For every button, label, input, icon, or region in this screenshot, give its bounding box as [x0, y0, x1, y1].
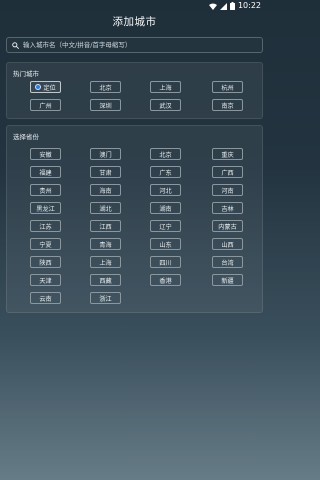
province-item[interactable]: 澳门 [90, 148, 121, 160]
chip-label: 广东 [159, 169, 172, 177]
province-item[interactable]: 台湾 [212, 256, 243, 268]
province-item[interactable]: 云南 [30, 292, 61, 304]
chip-label: 北京 [159, 151, 172, 159]
province-item[interactable]: 西藏 [90, 274, 121, 286]
chip-label: 湖北 [99, 205, 112, 213]
province-item[interactable]: 山东 [150, 238, 181, 250]
search-icon [12, 41, 19, 49]
wifi-icon [208, 3, 217, 10]
chip-label: 新疆 [221, 277, 234, 285]
hot-city-item[interactable]: 深圳 [90, 99, 121, 111]
province-item[interactable]: 海南 [90, 184, 121, 196]
hot-city-item[interactable]: 南京 [212, 99, 243, 111]
chip-label: 西藏 [99, 277, 112, 285]
province-item[interactable]: 浙江 [90, 292, 121, 304]
provinces-title: 选择省份 [13, 133, 39, 141]
chip-label: 天津 [39, 277, 52, 285]
chip-label: 四川 [159, 259, 172, 267]
chip-label: 杭州 [221, 84, 234, 92]
province-item[interactable]: 江西 [90, 220, 121, 232]
chip-label: 贵州 [39, 187, 52, 195]
page-title: 添加城市 [112, 16, 157, 28]
chip-label: 黑龙江 [36, 205, 55, 213]
chip-label: 内蒙古 [218, 223, 237, 231]
chip-label: 江苏 [39, 223, 52, 231]
chip-label: 上海 [159, 84, 172, 92]
province-item[interactable]: 河南 [212, 184, 243, 196]
chip-label: 浙江 [99, 295, 112, 303]
province-item[interactable]: 山西 [212, 238, 243, 250]
province-item[interactable]: 黑龙江 [30, 202, 61, 214]
search-input[interactable] [19, 38, 262, 52]
province-item[interactable]: 广西 [212, 166, 243, 178]
province-item[interactable]: 安徽 [30, 148, 61, 160]
battery-icon [229, 2, 235, 10]
chip-label: 辽宁 [159, 223, 172, 231]
hot-city-item[interactable]: 上海 [150, 81, 181, 93]
chip-label: 定位 [43, 84, 56, 92]
provinces-card: 选择省份 安徽 澳门 北京 重庆 福建 甘肃 广东 广西 贵州 海南 河北 河南… [6, 125, 263, 313]
chip-label: 广州 [39, 102, 52, 110]
chip-label: 深圳 [99, 102, 112, 110]
chip-label: 云南 [39, 295, 52, 303]
chip-label: 香港 [159, 277, 172, 285]
chip-label: 山东 [159, 241, 172, 249]
province-item[interactable]: 天津 [30, 274, 61, 286]
chip-label: 吉林 [221, 205, 234, 213]
chip-label: 甘肃 [99, 169, 112, 177]
province-item[interactable]: 北京 [150, 148, 181, 160]
province-item[interactable]: 湖北 [90, 202, 121, 214]
status-time: 10:22 [237, 1, 261, 10]
hot-cities-card: 热门城市 定位 北京 上海 杭州 广州 深圳 武汉 南京 [6, 62, 263, 119]
hot-cities-title: 热门城市 [13, 70, 39, 78]
chip-label: 澳门 [99, 151, 112, 159]
province-item[interactable]: 青海 [90, 238, 121, 250]
status-icons: 10:22 [208, 1, 261, 11]
province-item[interactable]: 吉林 [212, 202, 243, 214]
province-item[interactable]: 新疆 [212, 274, 243, 286]
hot-city-item[interactable]: 广州 [30, 99, 61, 111]
signal-icon [219, 2, 227, 10]
province-item[interactable]: 江苏 [30, 220, 61, 232]
hot-city-item[interactable]: 武汉 [150, 99, 181, 111]
chip-label: 台湾 [221, 259, 234, 267]
chip-label: 南京 [221, 102, 234, 110]
chip-label: 安徽 [39, 151, 52, 159]
hot-city-item[interactable]: 杭州 [212, 81, 243, 93]
province-item[interactable]: 福建 [30, 166, 61, 178]
province-item[interactable]: 上海 [90, 256, 121, 268]
chip-label: 山西 [221, 241, 234, 249]
hot-city-item[interactable]: 北京 [90, 81, 121, 93]
chip-label: 武汉 [159, 102, 172, 110]
chip-label: 重庆 [221, 151, 234, 159]
province-item[interactable]: 广东 [150, 166, 181, 178]
province-item[interactable]: 河北 [150, 184, 181, 196]
chip-label: 北京 [99, 84, 112, 92]
chip-label: 福建 [39, 169, 52, 177]
status-bar: 10:22 [0, 0, 269, 12]
chip-label: 河南 [221, 187, 234, 195]
province-item[interactable]: 内蒙古 [212, 220, 243, 232]
chip-label: 广西 [221, 169, 234, 177]
chip-label: 宁夏 [39, 241, 52, 249]
province-item[interactable]: 辽宁 [150, 220, 181, 232]
province-item[interactable]: 重庆 [212, 148, 243, 160]
chip-label: 湖南 [159, 205, 172, 213]
chip-label: 江西 [99, 223, 112, 231]
province-item[interactable]: 湖南 [150, 202, 181, 214]
chip-label: 上海 [99, 259, 112, 267]
chip-label: 海南 [99, 187, 112, 195]
province-item[interactable]: 陕西 [30, 256, 61, 268]
location-icon [35, 84, 42, 90]
search-box[interactable] [6, 37, 263, 53]
province-item[interactable]: 贵州 [30, 184, 61, 196]
chip-label: 河北 [159, 187, 172, 195]
province-item[interactable]: 四川 [150, 256, 181, 268]
chip-label: 陕西 [39, 259, 52, 267]
province-item[interactable]: 香港 [150, 274, 181, 286]
province-item[interactable]: 甘肃 [90, 166, 121, 178]
hot-city-locate[interactable]: 定位 [30, 81, 61, 93]
chip-label: 青海 [99, 241, 112, 249]
province-item[interactable]: 宁夏 [30, 238, 61, 250]
